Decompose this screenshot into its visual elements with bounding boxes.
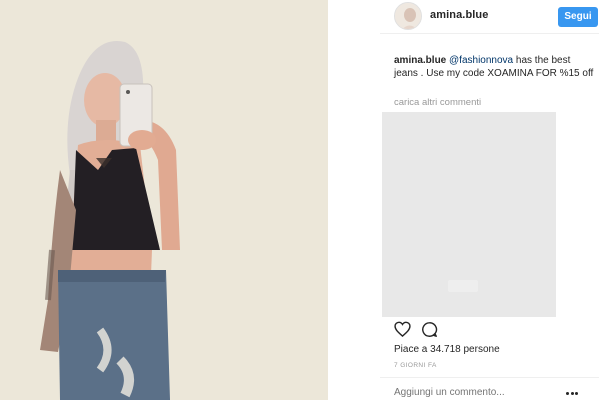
follow-button[interactable]: Segui — [558, 7, 598, 27]
more-options-icon[interactable] — [566, 388, 578, 400]
caption-mention-link[interactable]: @fashionnova — [449, 55, 513, 66]
avatar[interactable] — [394, 2, 422, 30]
post-date: 7 GIORNI FA — [394, 362, 437, 369]
likes-count[interactable]: Piace a 34.718 persone — [394, 344, 500, 355]
comment-bubble-icon[interactable] — [421, 321, 438, 338]
post-photo-illustration — [0, 0, 328, 400]
avatar-image — [395, 3, 421, 29]
comment-placeholder-area — [382, 112, 556, 317]
caption-username[interactable]: amina.blue — [394, 55, 446, 66]
load-more-comments-link[interactable]: carica altri commenti — [394, 97, 481, 108]
post-caption: amina.blue @fashionnova has the best jea… — [394, 54, 594, 80]
divider — [380, 377, 599, 378]
add-comment-input[interactable] — [394, 387, 554, 398]
heart-icon[interactable] — [394, 321, 411, 337]
placeholder-faint-block — [448, 280, 478, 292]
post-header: amina.blue Segui — [380, 0, 599, 34]
post-photo[interactable] — [0, 0, 328, 400]
header-username[interactable]: amina.blue — [430, 9, 488, 21]
